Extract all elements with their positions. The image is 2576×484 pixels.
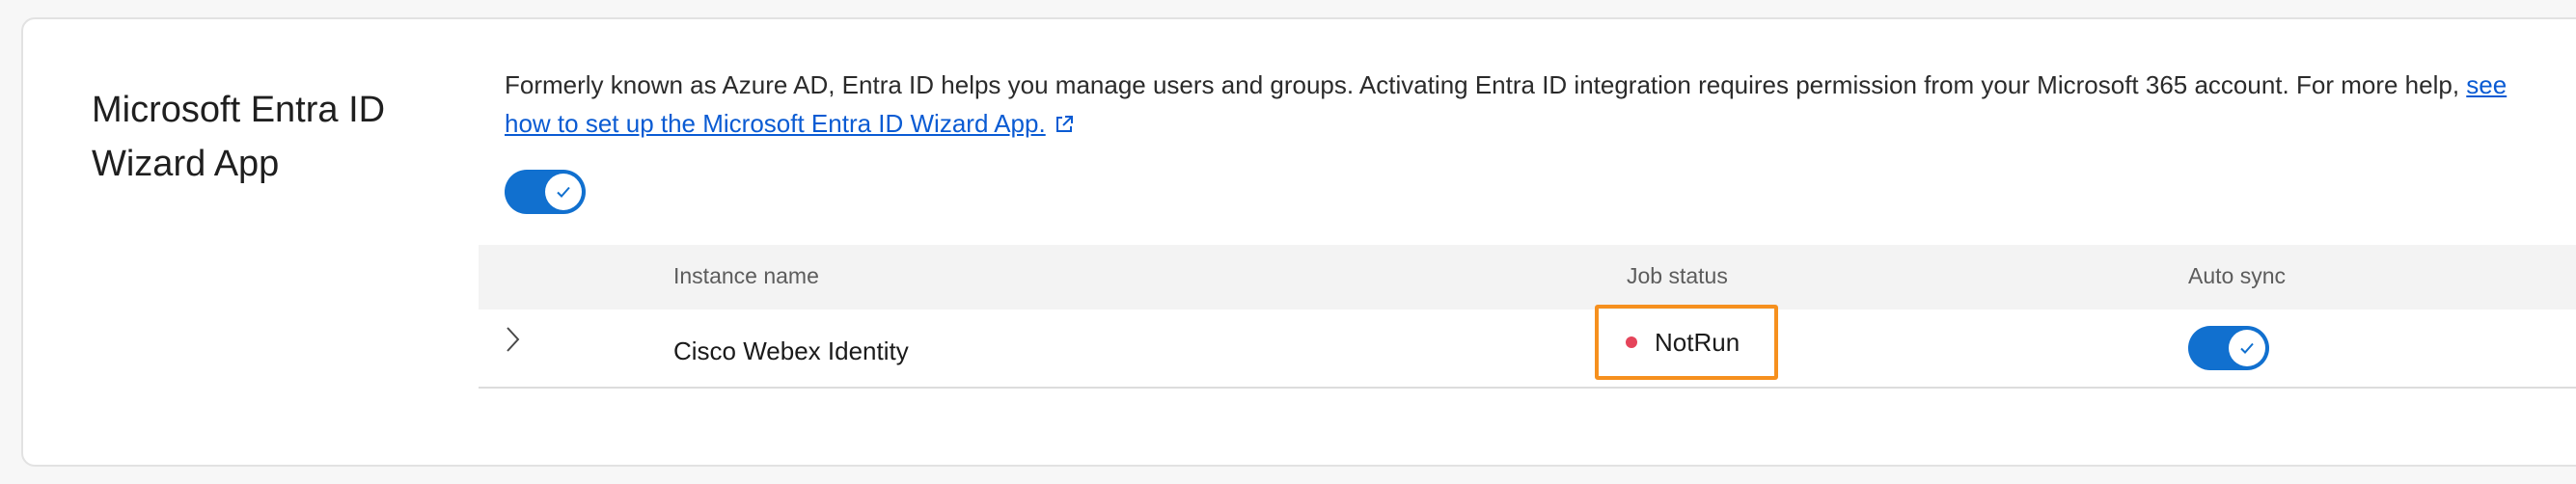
table-header: Instance name Job status Auto sync bbox=[479, 245, 2576, 309]
column-header-instance-name: Instance name bbox=[673, 263, 819, 288]
column-header-job-status: Job status bbox=[1627, 263, 1728, 288]
job-status-text: NotRun bbox=[1655, 327, 1740, 357]
chevron-right-icon bbox=[507, 327, 520, 352]
instance-name-cell: Cisco Webex Identity bbox=[673, 336, 909, 365]
external-link-icon bbox=[1054, 107, 1075, 132]
description-text: Formerly known as Azure AD, Entra ID hel… bbox=[505, 70, 2467, 99]
check-icon bbox=[2229, 330, 2265, 366]
integration-toggle[interactable] bbox=[505, 170, 586, 214]
check-icon bbox=[545, 174, 582, 210]
job-status-cell: NotRun bbox=[1595, 305, 1778, 380]
instances-table: Instance name Job status Auto sync Cisco… bbox=[479, 245, 2576, 389]
section-title: Microsoft Entra ID Wizard App bbox=[92, 90, 386, 184]
column-header-auto-sync: Auto sync bbox=[2188, 263, 2286, 288]
status-dot-icon bbox=[1626, 336, 1637, 348]
expand-row-button[interactable] bbox=[498, 323, 527, 356]
section-description: Formerly known as Azure AD, Entra ID hel… bbox=[505, 66, 2550, 143]
auto-sync-toggle[interactable] bbox=[2188, 326, 2269, 370]
table-row: Cisco Webex Identity NotRun bbox=[479, 305, 2576, 389]
